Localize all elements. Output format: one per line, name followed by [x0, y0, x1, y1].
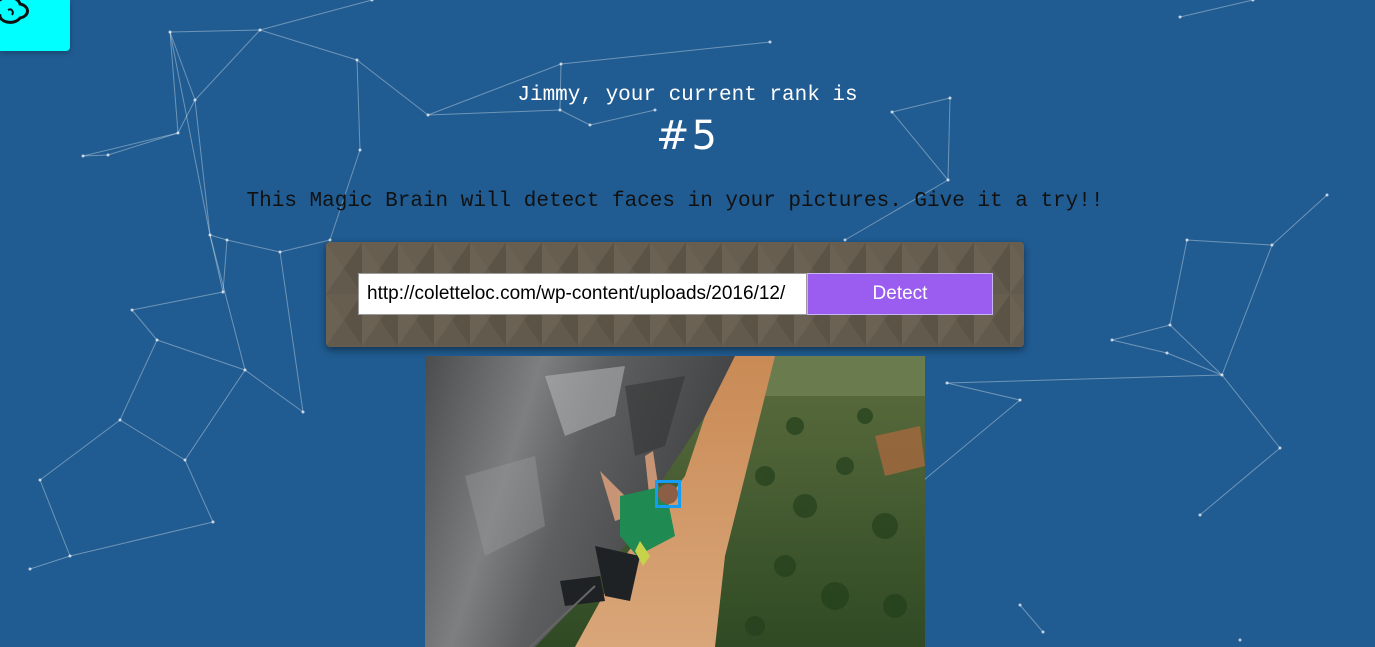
- network-line: [131, 291, 224, 311]
- network-line: [209, 234, 246, 371]
- network-line: [39, 479, 71, 557]
- network-node: [1270, 243, 1274, 247]
- network-node: [68, 554, 72, 558]
- network-line: [222, 239, 228, 293]
- network-node: [1110, 338, 1114, 342]
- network-node: [38, 478, 42, 482]
- network-line: [29, 555, 71, 570]
- network-line: [259, 29, 358, 61]
- detected-face-box: [655, 480, 681, 508]
- network-line: [946, 374, 1223, 384]
- logo[interactable]: [0, 0, 70, 51]
- network-line: [69, 521, 214, 557]
- network-line: [946, 382, 1021, 401]
- network-line: [184, 369, 246, 461]
- network-node: [28, 567, 32, 571]
- network-line: [1166, 352, 1223, 376]
- network-node: [370, 0, 374, 2]
- detect-button[interactable]: Detect: [807, 273, 993, 315]
- network-node: [1251, 0, 1255, 2]
- network-node: [1220, 373, 1224, 377]
- network-node: [1185, 238, 1189, 242]
- network-node: [155, 338, 159, 342]
- network-line: [1111, 324, 1171, 341]
- network-node: [558, 108, 562, 112]
- network-node: [1278, 446, 1282, 450]
- network-line: [1221, 374, 1281, 449]
- network-node: [1168, 323, 1172, 327]
- network-node: [301, 410, 305, 414]
- network-line: [1169, 239, 1188, 326]
- network-line: [259, 0, 373, 31]
- network-line: [226, 239, 281, 253]
- network-node: [258, 28, 262, 32]
- image-url-input[interactable]: [358, 273, 807, 315]
- network-node: [118, 418, 122, 422]
- result-image: [425, 356, 925, 647]
- network-node: [653, 108, 657, 112]
- network-line: [184, 459, 214, 523]
- network-line: [1111, 339, 1168, 354]
- network-node: [945, 381, 949, 385]
- network-node: [768, 40, 772, 44]
- network-node: [1178, 15, 1182, 19]
- network-line: [39, 419, 121, 481]
- network-line: [244, 369, 304, 413]
- brain-icon: [0, 0, 29, 24]
- network-node: [243, 368, 247, 372]
- network-line: [119, 339, 158, 421]
- network-node: [130, 308, 134, 312]
- network-line: [209, 234, 228, 241]
- intro-text: This Magic Brain will detect faces in yo…: [246, 190, 1104, 213]
- rank-label: Jimmy, your current rank is: [517, 84, 858, 107]
- network-line: [156, 339, 246, 371]
- network-node: [355, 58, 359, 62]
- network-line: [560, 41, 771, 65]
- network-node: [221, 290, 225, 294]
- network-line: [279, 251, 304, 413]
- network-node: [1238, 638, 1242, 642]
- network-node: [208, 233, 212, 237]
- network-line: [169, 29, 261, 33]
- network-line: [279, 239, 331, 253]
- network-node: [211, 520, 215, 524]
- rank-value: #5: [656, 113, 719, 159]
- network-node: [559, 62, 563, 66]
- network-line: [1169, 324, 1223, 376]
- network-line: [1199, 447, 1281, 516]
- network-node: [946, 178, 950, 182]
- network-node: [1198, 513, 1202, 517]
- network-node: [1165, 351, 1169, 355]
- network-node: [168, 30, 172, 34]
- network-line: [1019, 604, 1044, 633]
- network-line: [1221, 244, 1273, 376]
- network-line: [1186, 239, 1273, 246]
- network-node: [278, 250, 282, 254]
- network-node: [1018, 603, 1022, 607]
- network-node: [183, 458, 187, 462]
- network-line: [1179, 0, 1254, 18]
- image-url-form: Detect: [326, 242, 1024, 347]
- network-node: [1041, 630, 1045, 634]
- network-line: [119, 419, 186, 461]
- network-node: [1018, 398, 1022, 402]
- network-line: [131, 309, 158, 341]
- network-node: [225, 238, 229, 242]
